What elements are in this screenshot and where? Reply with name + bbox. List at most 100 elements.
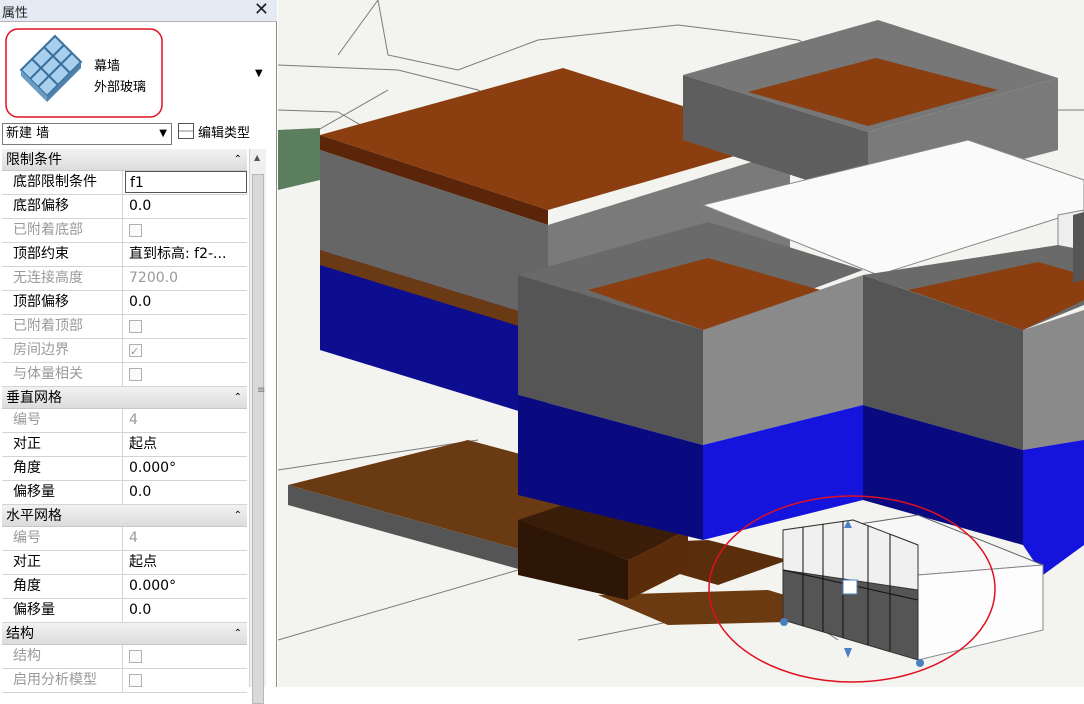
property-name: 顶部约束 <box>2 243 123 266</box>
property-row[interactable]: 底部偏移 0.0 <box>2 195 247 219</box>
checkbox-unchecked-icon <box>129 224 142 237</box>
property-value[interactable]: 起点 <box>125 433 247 456</box>
property-name: 顶部偏移 <box>2 291 123 314</box>
property-row: 无连接高度 7200.0 <box>2 267 247 291</box>
property-name: 编号 <box>2 527 123 550</box>
property-value[interactable]: 0.000° <box>125 457 247 480</box>
collapse-icon[interactable]: ⌃ <box>234 149 242 171</box>
group-header[interactable]: 垂直网格 ⌃ <box>2 387 247 409</box>
property-row: 已附着顶部 <box>2 315 247 339</box>
property-value[interactable]: 直到标高: f2-... <box>125 243 247 266</box>
type-family-label: 幕墙 <box>94 59 121 74</box>
property-name: 已附着底部 <box>2 219 123 242</box>
checkbox-unchecked-icon <box>129 674 142 687</box>
property-row: 启用分析模型 <box>2 669 247 693</box>
property-checkbox <box>125 645 247 668</box>
collapse-icon[interactable]: ⌃ <box>234 505 242 527</box>
property-checkbox <box>125 315 247 338</box>
property-row[interactable]: 偏移量 0.0 <box>2 481 247 505</box>
group-header-label: 结构 <box>6 626 34 642</box>
checkbox-unchecked-icon <box>129 368 142 381</box>
property-name: 角度 <box>2 457 123 480</box>
pin-icon[interactable] <box>842 579 858 595</box>
property-name: 结构 <box>2 645 123 668</box>
property-value[interactable]: 0.0 <box>125 481 247 504</box>
property-row[interactable]: 角度 0.000° <box>2 575 247 599</box>
property-name: 角度 <box>2 575 123 598</box>
property-row: 编号 4 <box>2 527 247 551</box>
properties-title-bar: 属性 ✕ <box>0 0 277 22</box>
scroll-up-icon[interactable]: ▲ <box>254 153 260 162</box>
property-row: 已附着底部 <box>2 219 247 243</box>
property-name: 房间边界 <box>2 339 123 362</box>
property-row[interactable]: 偏移量 0.0 <box>2 599 247 623</box>
panel-title: 属性 <box>2 6 29 21</box>
type-dropdown-icon[interactable]: ▼ <box>255 68 263 79</box>
property-row[interactable]: 顶部约束 直到标高: f2-... <box>2 243 247 267</box>
checkbox-unchecked-icon <box>129 320 142 333</box>
property-value: 4 <box>129 530 138 546</box>
property-name: 对正 <box>2 551 123 574</box>
property-name: 偏移量 <box>2 481 123 504</box>
3d-viewport[interactable] <box>278 0 1084 687</box>
curtain-wall-thumbnail-icon <box>19 34 83 102</box>
property-value[interactable]: 0.0 <box>125 195 247 218</box>
property-row[interactable]: 对正 起点 <box>2 551 247 575</box>
green-site-area <box>278 128 320 190</box>
properties-scrollbar[interactable]: ▲ ≡ <box>249 149 266 704</box>
property-checkbox <box>125 219 247 242</box>
property-row[interactable]: 对正 起点 <box>2 433 247 457</box>
property-row[interactable]: 角度 0.000° <box>2 457 247 481</box>
wall-end-grip-right[interactable] <box>916 659 924 667</box>
collapse-icon[interactable]: ⌃ <box>234 623 242 645</box>
group-header[interactable]: 结构 ⌃ <box>2 623 247 645</box>
property-name: 无连接高度 <box>2 267 123 290</box>
property-row: 结构 <box>2 645 247 669</box>
scrollbar-thumb[interactable]: ≡ <box>252 174 266 704</box>
property-value: 7200.0 <box>129 270 178 286</box>
group-header[interactable]: 限制条件 ⌃ <box>2 149 247 171</box>
property-name: 对正 <box>2 433 123 456</box>
property-value[interactable]: 起点 <box>125 551 247 574</box>
property-row: 房间边界 <box>2 339 247 363</box>
wall-end-grip-left[interactable] <box>780 618 788 626</box>
instance-filter-label: 新建 墙 <box>6 126 50 141</box>
property-name: 底部偏移 <box>2 195 123 218</box>
instance-filter-select[interactable]: 新建 墙 ▼ <box>2 123 172 145</box>
property-value: 4 <box>129 412 138 428</box>
group-header-label: 水平网格 <box>6 508 62 524</box>
property-name: 已附着顶部 <box>2 315 123 338</box>
type-selector[interactable]: 幕墙 外部玻璃 ▼ <box>0 22 270 122</box>
property-value-input[interactable]: f1 <box>125 171 247 193</box>
edit-type-button[interactable]: 编辑类型 <box>178 123 268 145</box>
group-header-label: 限制条件 <box>6 152 62 168</box>
property-row[interactable]: 底部限制条件 f1 <box>2 171 247 195</box>
properties-grid: 限制条件 ⌃ 底部限制条件 f1 底部偏移 0.0 已附着底部 顶部约束 直到标高: f2-..… <box>2 149 247 693</box>
checkbox-unchecked-icon <box>129 650 142 663</box>
collapse-icon[interactable]: ⌃ <box>234 387 242 409</box>
property-value[interactable]: 0.000° <box>125 575 247 598</box>
property-name: 偏移量 <box>2 599 123 622</box>
property-checkbox <box>125 669 247 692</box>
type-name-label: 外部玻璃 <box>94 80 147 95</box>
building-block-middle <box>518 222 863 540</box>
group-header-label: 垂直网格 <box>6 390 62 406</box>
property-name: 底部限制条件 <box>2 171 123 194</box>
checkbox-checked-icon <box>129 340 142 362</box>
edit-type-icon <box>178 123 194 139</box>
property-row[interactable]: 顶部偏移 0.0 <box>2 291 247 315</box>
property-row: 与体量相关 <box>2 363 247 387</box>
property-value[interactable]: 0.0 <box>125 291 247 314</box>
properties-panel: 属性 ✕ 幕墙 外部玻璃 ▼ 新建 墙 ▼ 编辑类型 限制条件 ⌃ 底部限制条件 f1… <box>0 0 277 704</box>
property-name: 编号 <box>2 409 123 432</box>
scrollbar-grip-icon: ≡ <box>257 385 266 396</box>
edit-type-label: 编辑类型 <box>198 126 251 141</box>
close-icon[interactable]: ✕ <box>254 0 269 20</box>
property-name: 启用分析模型 <box>2 669 123 692</box>
property-name: 与体量相关 <box>2 363 123 386</box>
property-checkbox <box>125 339 247 362</box>
property-checkbox <box>125 363 247 386</box>
property-value[interactable]: 0.0 <box>125 599 247 622</box>
group-header[interactable]: 水平网格 ⌃ <box>2 505 247 527</box>
property-row: 编号 4 <box>2 409 247 433</box>
